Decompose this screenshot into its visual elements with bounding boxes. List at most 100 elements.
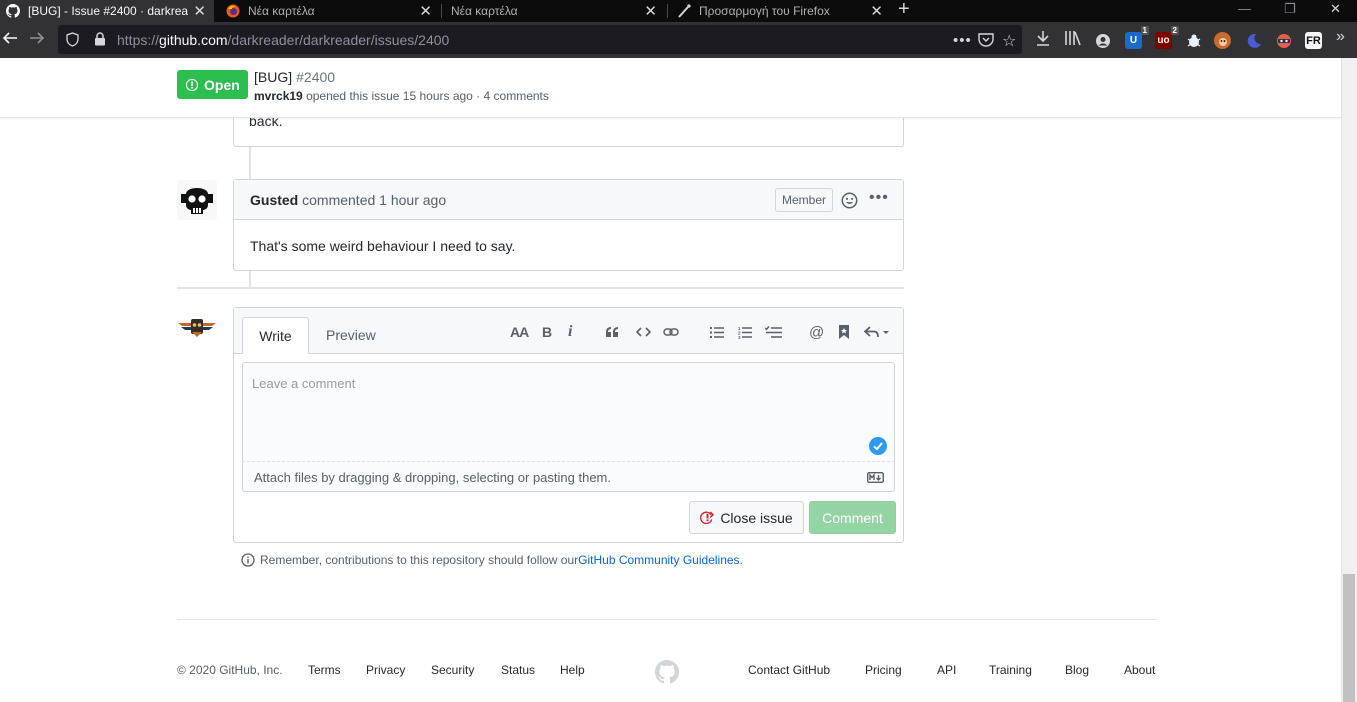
extension-badge: 2 — [1170, 26, 1179, 35]
ublock-icon[interactable]: uo 2 — [1155, 26, 1179, 49]
footer-link-training[interactable]: Training — [989, 663, 1032, 677]
footer-link-contact[interactable]: Contact GitHub — [748, 663, 830, 677]
issue-author-link[interactable]: mvrck19 — [254, 89, 303, 103]
bookmark-star-icon[interactable]: ☆ — [1002, 31, 1016, 51]
file-attach-area[interactable]: Attach files by dragging & dropping, sel… — [242, 462, 895, 492]
close-tab-icon[interactable]: ✕ — [419, 2, 432, 20]
issue-state-label: Open — [204, 76, 240, 93]
pocket-icon[interactable] — [978, 32, 994, 50]
moon-extension-icon[interactable] — [1245, 32, 1262, 49]
close-tab-icon[interactable]: ✕ — [870, 2, 883, 20]
timeline-divider — [177, 287, 904, 289]
browser-tab-new-1[interactable]: Νέα καρτέλα ✕ — [220, 0, 440, 22]
info-icon — [241, 553, 255, 567]
code-icon[interactable] — [636, 323, 651, 341]
grammar-check-icon[interactable] — [868, 436, 888, 459]
issue-opened-icon — [185, 78, 199, 91]
add-reaction-icon[interactable] — [841, 192, 858, 212]
notice-text: Remember, contributions to this reposito… — [260, 553, 579, 567]
extension-badge: 1 — [1140, 26, 1149, 35]
footer-link-terms[interactable]: Terms — [308, 663, 341, 677]
browser-tab-customize[interactable]: Προσαρμογή του Firefox ✕ — [671, 0, 891, 22]
forward-icon[interactable] — [29, 30, 45, 50]
overflow-menu-icon[interactable]: » — [1336, 28, 1345, 46]
comment-action: commented — [302, 192, 376, 208]
page-scrollbar[interactable] — [1341, 58, 1357, 702]
comment-time-link[interactable]: 1 hour ago — [379, 192, 446, 208]
kebab-menu-icon[interactable]: ••• — [869, 189, 889, 207]
page-content: Open [BUG] #2400 mvrck19 opened this issu… — [0, 58, 1357, 702]
tab-write[interactable]: Write — [242, 317, 309, 354]
quote-icon[interactable] — [605, 323, 620, 341]
markdown-icon[interactable] — [866, 471, 885, 486]
issue-state-badge: Open — [177, 70, 248, 99]
footer-link-about[interactable]: About — [1124, 663, 1155, 677]
issue-title: [BUG] #2400 — [254, 69, 335, 85]
comment-submit-button[interactable]: Comment — [809, 501, 896, 534]
link-icon[interactable] — [663, 323, 679, 341]
task-list-icon[interactable] — [765, 323, 782, 341]
bold-icon[interactable]: B — [542, 323, 552, 341]
community-guidelines-link[interactable]: GitHub Community Guidelines — [578, 553, 739, 567]
window-close-icon[interactable]: ✕ — [1330, 1, 1341, 17]
avatar[interactable] — [177, 180, 217, 220]
issue-meta-text: opened this issue 15 hours ago · 4 comme… — [306, 89, 549, 103]
close-tab-icon[interactable]: ✕ — [193, 2, 206, 20]
page-actions-icon[interactable]: ••• — [953, 32, 972, 49]
issue-closed-icon — [700, 511, 715, 525]
comment-author-link[interactable]: Gusted — [250, 192, 298, 208]
mention-icon[interactable]: @ — [809, 323, 824, 341]
comment-placeholder: Leave a comment — [252, 376, 356, 391]
account-icon[interactable] — [1094, 32, 1111, 49]
browser-nav-bar: https://github.com/darkreader/darkreader… — [0, 22, 1357, 58]
notice-end: . — [739, 553, 743, 567]
language-extension-icon[interactable]: FR — [1305, 32, 1322, 49]
reply-dropdown-icon[interactable] — [864, 323, 890, 341]
restore-icon[interactable]: ❐ — [1284, 1, 1296, 17]
lock-icon[interactable] — [94, 32, 106, 49]
tab-preview[interactable]: Preview — [326, 327, 376, 343]
issue-title-text: [BUG] — [254, 69, 293, 85]
issue-meta: mvrck19 opened this issue 15 hours ago ·… — [254, 89, 549, 103]
footer-link-help[interactable]: Help — [560, 663, 585, 677]
close-tab-icon[interactable]: ✕ — [644, 2, 657, 20]
comment-textarea[interactable]: Leave a comment — [242, 362, 895, 462]
brush-icon — [677, 4, 691, 18]
heading-icon[interactable]: AA — [510, 323, 529, 341]
github-logo-icon[interactable] — [655, 660, 679, 687]
tab-title: Νέα καρτέλα — [451, 4, 518, 18]
browser-tab-github-issue[interactable]: [BUG] - Issue #2400 · darkreader ✕ — [0, 0, 214, 22]
library-icon[interactable] — [1064, 30, 1081, 50]
url-bar[interactable]: https://github.com/darkreader/darkreader… — [58, 25, 1022, 54]
bitwarden-icon[interactable]: U1 — [1125, 26, 1149, 49]
contribution-notice: Remember, contributions to this reposito… — [241, 553, 743, 567]
tab-title: Νέα καρτέλα — [248, 4, 315, 18]
scrollbar-thumb[interactable] — [1343, 574, 1355, 702]
bug-extension-icon[interactable] — [1185, 32, 1202, 49]
new-tab-button[interactable]: + — [898, 0, 910, 21]
close-issue-button[interactable]: Close issue — [689, 501, 804, 534]
avatar[interactable] — [177, 317, 217, 339]
footer-link-privacy[interactable]: Privacy — [366, 663, 405, 677]
unordered-list-icon[interactable] — [710, 323, 724, 341]
browser-tab-bar: [BUG] - Issue #2400 · darkreader ✕ Νέα κ… — [0, 0, 1357, 22]
footer-copyright: © 2020 GitHub, Inc. — [177, 663, 283, 677]
comment-meta: Gusted commented 1 hour ago — [250, 192, 446, 208]
ordered-list-icon[interactable]: 123 — [738, 323, 752, 341]
minimize-icon[interactable]: — — [1238, 1, 1251, 16]
italic-icon[interactable]: i — [568, 323, 572, 341]
footer-link-api[interactable]: API — [937, 663, 956, 677]
footer-link-blog[interactable]: Blog — [1065, 663, 1089, 677]
downloads-icon[interactable] — [1035, 30, 1051, 50]
footer-link-status[interactable]: Status — [501, 663, 535, 677]
monkey-extension-icon[interactable] — [1214, 32, 1231, 49]
shield-icon[interactable] — [66, 32, 79, 50]
timeline-connector — [249, 271, 251, 287]
back-icon[interactable] — [2, 30, 18, 50]
footer-link-security[interactable]: Security — [431, 663, 474, 677]
browser-tab-new-2[interactable]: Νέα καρτέλα ✕ — [445, 0, 665, 22]
footer-link-pricing[interactable]: Pricing — [865, 663, 902, 677]
sticky-issue-header: Open [BUG] #2400 mvrck19 opened this issu… — [0, 58, 1341, 118]
privacy-badger-icon[interactable] — [1275, 32, 1292, 49]
saved-reply-icon[interactable] — [839, 323, 849, 341]
